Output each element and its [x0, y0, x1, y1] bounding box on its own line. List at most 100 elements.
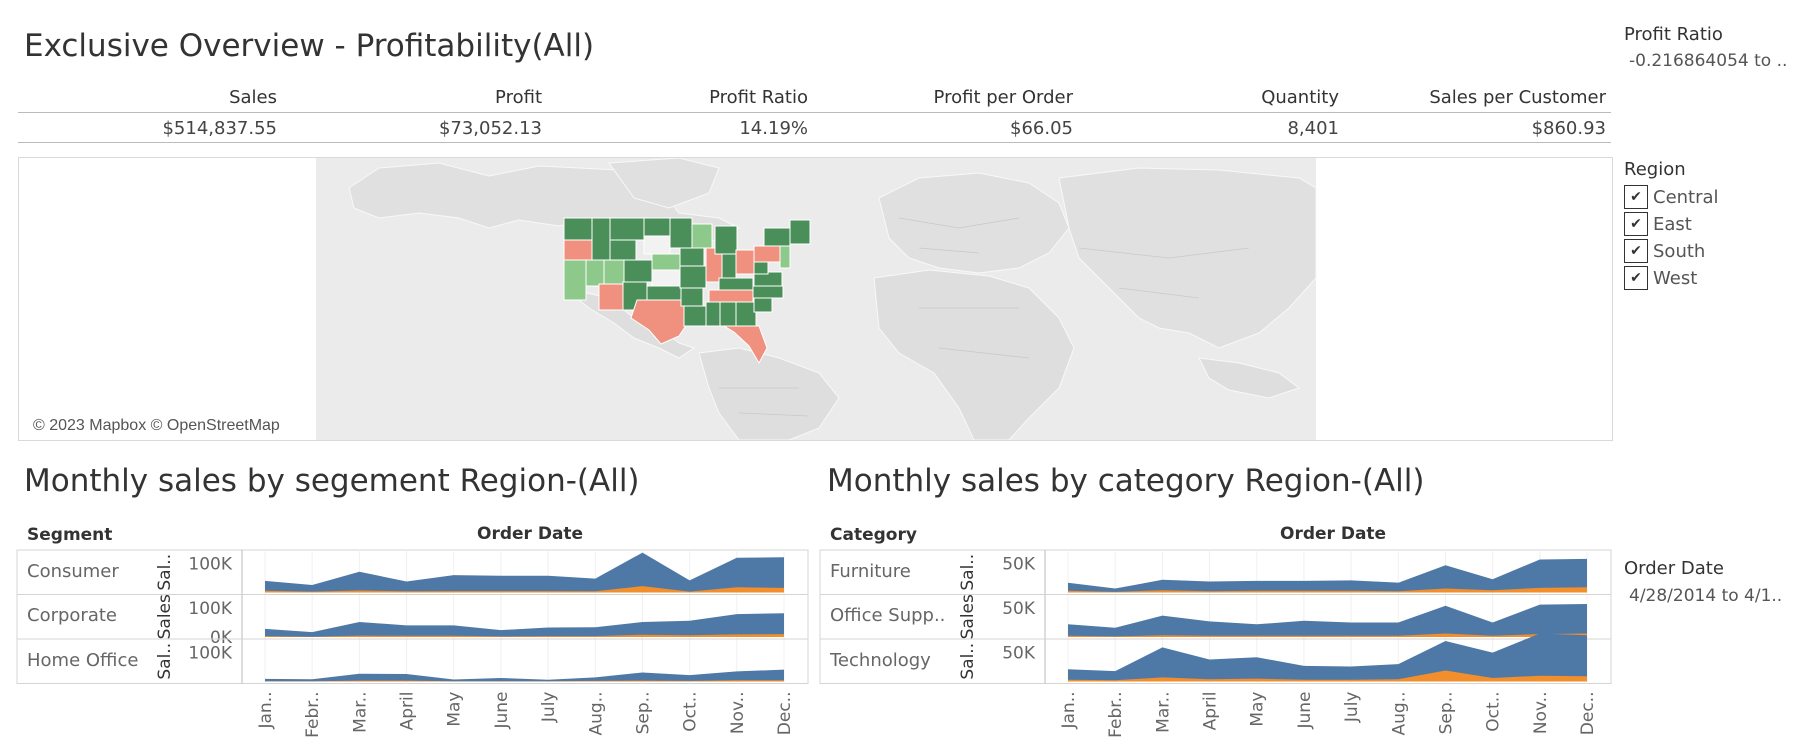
check-icon[interactable]: ✔ — [1624, 266, 1648, 290]
state-al[interactable] — [719, 301, 737, 327]
profit-ratio-filter-title: Profit Ratio — [1624, 24, 1723, 45]
region-option-central[interactable]: ✔ Central — [1624, 184, 1719, 210]
month-tick-label: Dec.. — [775, 692, 795, 736]
state-sc[interactable] — [753, 297, 773, 313]
state-tn[interactable] — [708, 289, 754, 303]
state-ca[interactable] — [563, 259, 587, 301]
month-tick-label: Febr.. — [1106, 692, 1126, 738]
month-tick-label: Febr.. — [303, 692, 323, 738]
check-icon[interactable]: ✔ — [1624, 239, 1648, 263]
state-oh[interactable] — [735, 249, 755, 275]
state-az[interactable] — [598, 283, 624, 311]
sales-area-technology[interactable] — [1068, 633, 1587, 682]
state-ia[interactable] — [679, 247, 705, 267]
state-id[interactable] — [591, 217, 611, 261]
y-tick-label: 50K — [1002, 555, 1036, 575]
y-axis-title: Sales — [958, 594, 978, 639]
month-tick-label: Jan.. — [1059, 692, 1079, 730]
month-tick-label: Dec.. — [1578, 692, 1598, 736]
kpi-value-profit-ratio: 14.19% — [739, 118, 808, 139]
state-wv[interactable] — [753, 261, 769, 275]
month-tick-label: Sep.. — [633, 692, 653, 735]
state-co[interactable] — [623, 259, 653, 283]
state-ar[interactable] — [680, 287, 704, 307]
y-axis-title: Sales — [155, 594, 175, 639]
month-tick-label: Nov.. — [1531, 692, 1551, 735]
order-date-filter-value[interactable]: 4/28/2014 to 4/1.. — [1629, 586, 1782, 606]
kpi-label-quantity: Quantity — [1261, 87, 1339, 108]
y-tick-label: 100K — [188, 644, 232, 664]
month-tick-label: July — [1342, 692, 1362, 724]
state-mo[interactable] — [679, 265, 707, 289]
state-nd[interactable] — [643, 217, 671, 237]
y-tick-label: 100K — [188, 555, 232, 575]
state-ks[interactable] — [651, 269, 681, 287]
state-wi[interactable] — [691, 223, 713, 249]
sales-area-consumer[interactable] — [265, 552, 784, 593]
state-ny[interactable] — [763, 227, 791, 247]
y-tick-label: 50K — [1002, 599, 1036, 619]
state-ut[interactable] — [603, 259, 625, 285]
month-tick-label: Mar.. — [350, 692, 370, 733]
month-tick-label: April — [398, 692, 418, 731]
map-attribution[interactable]: © 2023 Mapbox © OpenStreetMap — [29, 416, 284, 436]
region-option-label: South — [1653, 240, 1706, 262]
sales-area-home-office[interactable] — [265, 669, 784, 682]
kpi-value-quantity: 8,401 — [1287, 118, 1339, 139]
kpi-divider — [18, 112, 1611, 113]
kpi-label-profit: Profit — [495, 87, 542, 108]
month-tick-label: April — [1201, 692, 1221, 731]
category-date-header: Order Date — [1280, 524, 1387, 544]
check-icon[interactable]: ✔ — [1624, 185, 1648, 209]
profit-ratio-filter-value[interactable]: -0.216864054 to .. — [1629, 51, 1787, 71]
y-axis-title: Sal.. — [155, 643, 175, 680]
category-area-chart[interactable]: 50K Sal.. 50K Sales 50K Sal.. Jan.. Febr.. Mar..… — [803, 548, 1613, 748]
state-wy[interactable] — [609, 239, 637, 261]
state-nv[interactable] — [585, 259, 605, 287]
state-ga[interactable] — [735, 301, 757, 327]
check-icon[interactable]: ✔ — [1624, 212, 1648, 236]
kpi-value-sales: $514,837.55 — [162, 118, 277, 139]
month-tick-label: Jan.. — [256, 692, 276, 730]
kpi-bottom-border — [18, 142, 1611, 143]
kpi-value-profit: $73,052.13 — [438, 118, 542, 139]
state-wa[interactable] — [563, 217, 593, 241]
month-tick-label: May — [445, 692, 465, 727]
state-new-england[interactable] — [789, 219, 811, 245]
state-pa[interactable] — [753, 245, 781, 263]
sales-area-office-supp-[interactable] — [1068, 604, 1587, 637]
state-mn[interactable] — [669, 217, 693, 249]
state-in[interactable] — [721, 253, 737, 279]
kpi-label-sales: Sales — [229, 87, 277, 108]
region-option-label: West — [1653, 267, 1698, 289]
sales-area-corporate[interactable] — [265, 613, 784, 637]
profit-map[interactable]: © 2023 Mapbox © OpenStreetMap — [18, 157, 1613, 441]
y-tick-label: 50K — [1002, 644, 1036, 664]
kpi-label-sales-per-customer: Sales per Customer — [1429, 87, 1606, 108]
state-nj-md[interactable] — [779, 245, 791, 269]
segment-chart-title: Monthly sales by segement Region-(All) — [24, 463, 640, 499]
state-ky[interactable] — [718, 277, 754, 291]
state-ms[interactable] — [705, 301, 721, 327]
order-date-filter-title: Order Date — [1624, 558, 1724, 579]
region-option-south[interactable]: ✔ South — [1624, 238, 1705, 264]
segment-row-header: Segment — [27, 525, 113, 545]
sales-area-furniture[interactable] — [1068, 558, 1587, 593]
state-ok[interactable] — [646, 285, 682, 301]
segment-date-header: Order Date — [477, 524, 584, 544]
month-tick-label: Sep.. — [1436, 692, 1456, 735]
month-tick-label: Mar.. — [1153, 692, 1173, 733]
state-or[interactable] — [563, 239, 593, 261]
state-mi[interactable] — [714, 225, 738, 255]
segment-area-chart[interactable]: 100KSal..100K0KSales100KSal..Jan.. Febr..… — [0, 548, 810, 748]
month-tick-label: Aug.. — [1389, 692, 1409, 736]
kpi-value-sales-per-customer: $860.93 — [1531, 118, 1606, 139]
state-mt[interactable] — [609, 217, 645, 241]
state-sd[interactable] — [643, 235, 671, 255]
region-option-east[interactable]: ✔ East — [1624, 211, 1692, 237]
state-ne[interactable] — [651, 253, 681, 271]
state-nc[interactable] — [752, 285, 784, 299]
dashboard-title: Exclusive Overview - Profitability(All) — [24, 28, 595, 64]
state-la[interactable] — [683, 305, 707, 327]
region-option-west[interactable]: ✔ West — [1624, 265, 1697, 291]
